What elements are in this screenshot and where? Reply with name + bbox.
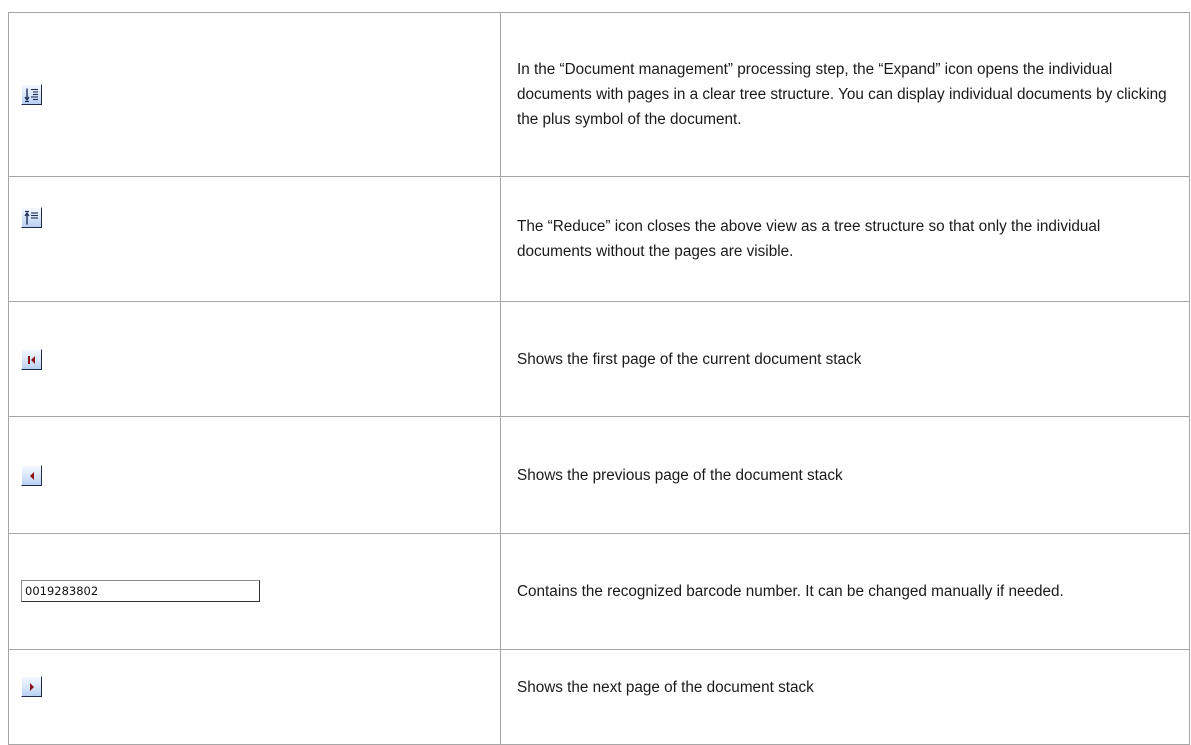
next-page-icon [30, 683, 34, 692]
collapse-tree-button[interactable] [21, 207, 42, 229]
barcode-number-field[interactable] [21, 579, 260, 602]
description-cell: The “Reduce” icon closes the above view … [500, 176, 1190, 302]
row-description: Shows the next page of the document stac… [517, 678, 814, 696]
description-cell: Shows the previous page of the document … [500, 416, 1190, 534]
description-cell: Shows the first page of the current docu… [500, 301, 1190, 417]
description-cell: Shows the next page of the document stac… [500, 649, 1190, 745]
table-row: Shows the previous page of the document … [8, 416, 1190, 534]
icon-cell [8, 649, 501, 745]
description-cell: Contains the recognized barcode number. … [500, 533, 1190, 650]
icon-cell [8, 533, 501, 650]
table-row: Shows the next page of the document stac… [8, 649, 1190, 745]
row-description: Shows the previous page of the document … [517, 466, 843, 484]
first-page-button[interactable] [21, 348, 42, 370]
previous-page-icon [30, 471, 34, 480]
icon-reference-table: In the “Document management” processing … [8, 12, 1190, 745]
previous-page-button[interactable] [21, 464, 42, 486]
table-row: The “Reduce” icon closes the above view … [8, 176, 1190, 302]
icon-cell [8, 301, 501, 417]
description-cell: In the “Document management” processing … [500, 12, 1190, 177]
table-row: Contains the recognized barcode number. … [8, 533, 1190, 650]
icon-cell [8, 176, 501, 302]
expand-tree-button[interactable] [21, 84, 42, 105]
table-row: In the “Document management” processing … [8, 12, 1190, 177]
row-description: Shows the first page of the current docu… [517, 350, 862, 368]
next-page-button[interactable] [21, 676, 42, 698]
row-description: In the “Document management” processing … [517, 61, 1167, 128]
row-description: The “Reduce” icon closes the above view … [517, 218, 1101, 260]
icon-cell [8, 416, 501, 534]
expand-tree-icon [24, 88, 38, 103]
row-description: Contains the recognized barcode number. … [517, 583, 1064, 600]
first-page-icon [28, 355, 35, 364]
icon-cell [8, 12, 501, 177]
table-row: Shows the first page of the current docu… [8, 301, 1190, 417]
collapse-tree-icon [24, 211, 38, 225]
